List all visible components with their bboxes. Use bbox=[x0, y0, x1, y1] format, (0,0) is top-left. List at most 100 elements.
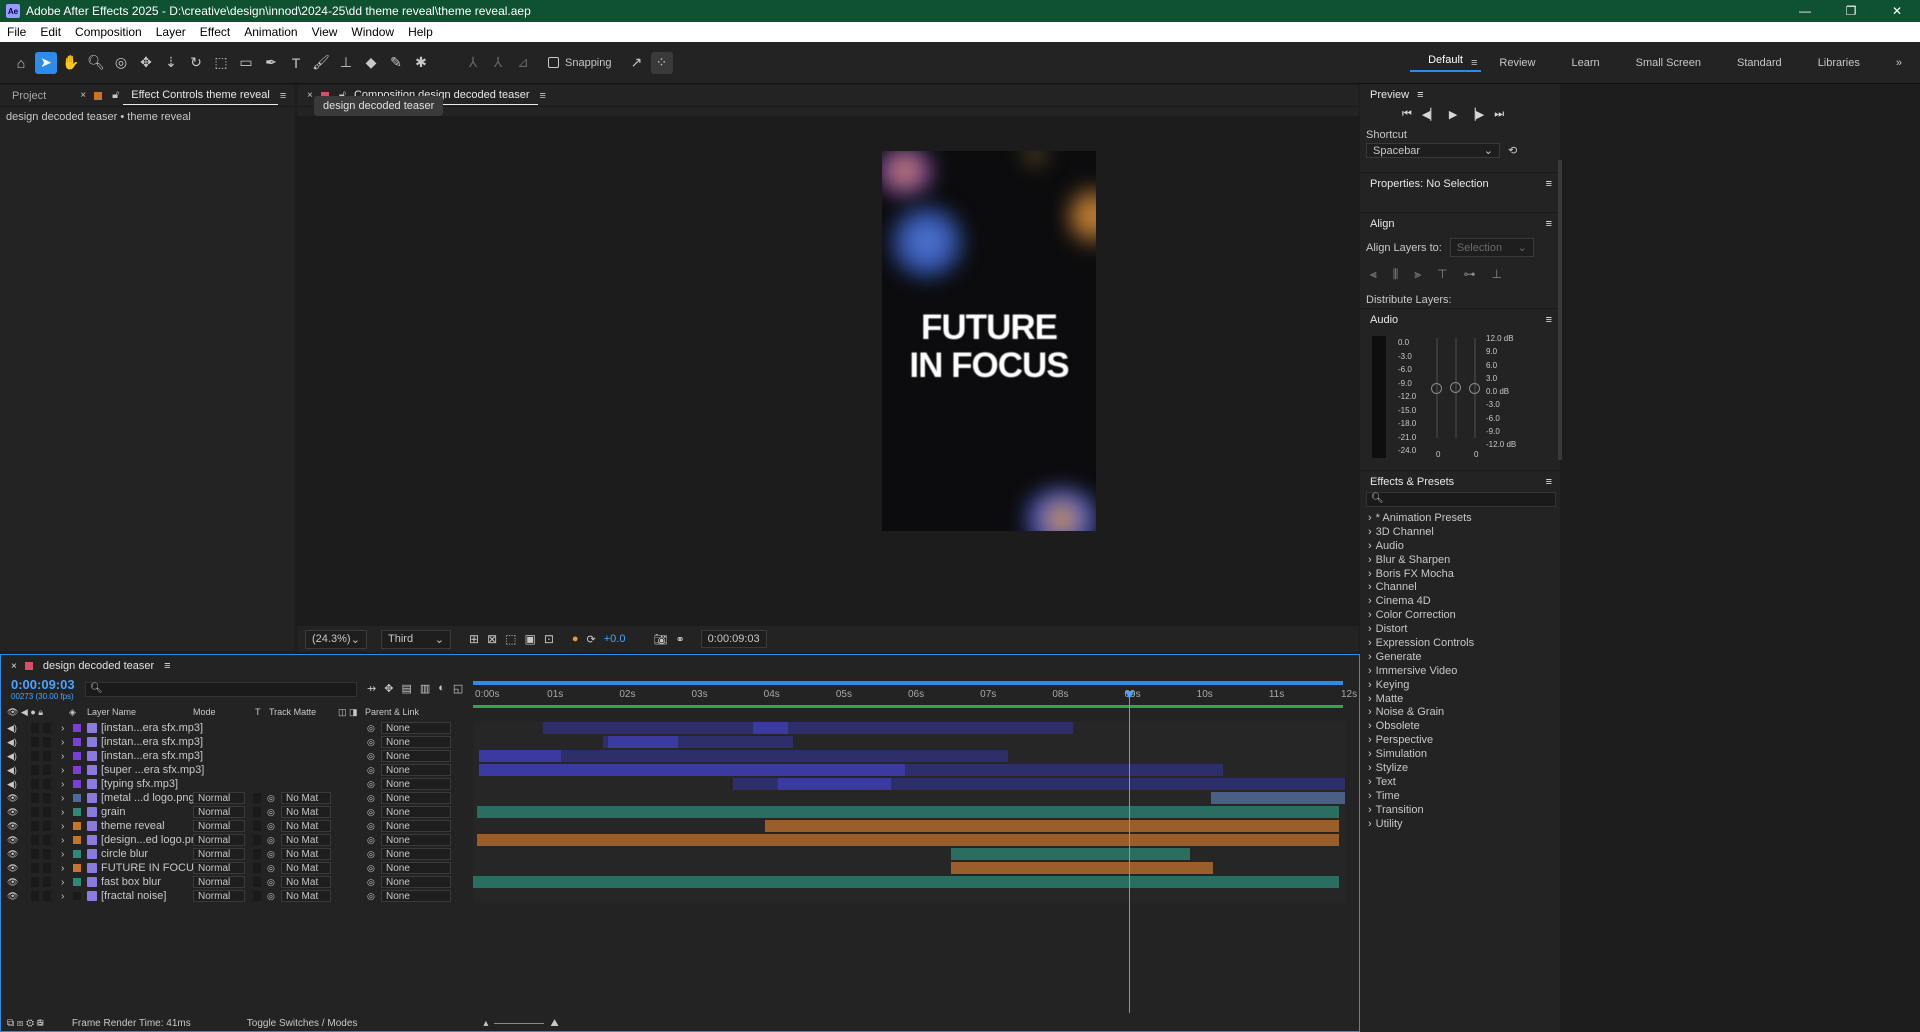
footer-icons[interactable]: ⧉ ⧇ ⚙ ⛁ bbox=[7, 1018, 44, 1029]
audio-toggle-icon[interactable]: ◀︎) bbox=[7, 737, 17, 748]
lock-toggle[interactable] bbox=[43, 891, 51, 901]
fx-category-item[interactable]: › Utility bbox=[1360, 817, 1560, 831]
parent-dropdown[interactable]: None bbox=[381, 778, 451, 790]
pickwhip-icon[interactable]: ◎ bbox=[367, 793, 375, 804]
axis-local-icon[interactable]: ⅄ bbox=[462, 52, 484, 74]
layer-name[interactable]: grain bbox=[101, 806, 125, 818]
next-frame-icon[interactable]: ▕▶ bbox=[1467, 108, 1484, 121]
chevron-right-icon[interactable]: › bbox=[1368, 790, 1372, 802]
fx-category-item[interactable]: › Obsolete bbox=[1360, 719, 1560, 733]
lock-toggle[interactable] bbox=[43, 779, 51, 789]
pickwhip-icon[interactable]: ◎ bbox=[367, 779, 375, 790]
timeline-timecode[interactable]: 0:00:09:03 bbox=[11, 677, 75, 692]
selection-tool-icon[interactable]: ➤ bbox=[35, 51, 57, 74]
layer-name[interactable]: [fractal noise] bbox=[101, 890, 166, 902]
panel-menu-icon[interactable]: ≡ bbox=[540, 90, 546, 102]
chevron-right-icon[interactable]: › bbox=[1368, 581, 1372, 593]
mode-dropdown[interactable]: Normal bbox=[193, 876, 245, 888]
eye-icon[interactable]: 👁︎ bbox=[7, 821, 18, 832]
layer-track[interactable] bbox=[473, 833, 1345, 847]
layer-row[interactable]: ◀︎) › [instan...era sfx.mp3] ◎ None bbox=[1, 721, 471, 735]
close-icon[interactable]: ✕ bbox=[1874, 0, 1920, 22]
mode-dropdown[interactable]: Normal bbox=[193, 820, 245, 832]
fx-category-item[interactable]: › Perspective bbox=[1360, 733, 1560, 747]
comp-breadcrumb[interactable]: design decoded teaser bbox=[314, 96, 444, 116]
fx-category-item[interactable]: › Immersive Video bbox=[1360, 664, 1560, 678]
pan-behind-icon[interactable]: ⬚ bbox=[210, 52, 232, 74]
align-right-icon[interactable]: ⫸ bbox=[1414, 267, 1421, 282]
zoom-in-icon[interactable]: ⛰ bbox=[550, 1018, 558, 1029]
frame-blending-icon[interactable]: ▥ bbox=[420, 682, 430, 695]
chevron-right-icon[interactable]: › bbox=[1368, 595, 1372, 607]
layer-track[interactable] bbox=[473, 749, 1345, 763]
preserve-transparency-toggle[interactable] bbox=[253, 891, 261, 901]
dolly-camera-icon[interactable]: ⇣ bbox=[160, 52, 182, 74]
chevron-right-icon[interactable]: › bbox=[1368, 748, 1372, 760]
snap-features-icon[interactable]: ⁘ bbox=[650, 51, 673, 74]
pickwhip-icon[interactable]: ◎ bbox=[367, 877, 375, 888]
fx-category-item[interactable]: › Distort bbox=[1360, 622, 1560, 636]
layer-name[interactable]: [typing sfx.mp3] bbox=[101, 778, 178, 790]
layer-row[interactable]: 👁︎ › grain Normal ◎ No Mat ◎ None bbox=[1, 805, 471, 819]
shortcut-dropdown[interactable]: Spacebar ⌄ bbox=[1366, 143, 1500, 158]
lock-toggle[interactable] bbox=[43, 765, 51, 775]
panel-menu-icon[interactable]: ≡ bbox=[280, 90, 286, 102]
solo-toggle[interactable] bbox=[31, 821, 39, 831]
chevron-right-icon[interactable]: › bbox=[61, 807, 64, 818]
workspace-learn[interactable]: Learn bbox=[1553, 57, 1617, 69]
chevron-right-icon[interactable]: › bbox=[61, 779, 64, 790]
matte-link-icon[interactable]: ◎ bbox=[267, 891, 275, 902]
workspace-libraries[interactable]: Libraries bbox=[1800, 57, 1878, 69]
preserve-transparency-toggle[interactable] bbox=[253, 793, 261, 803]
pickwhip-icon[interactable]: ◎ bbox=[367, 891, 375, 902]
workspace-review[interactable]: Review bbox=[1481, 57, 1553, 69]
layer-label-swatch[interactable] bbox=[73, 766, 81, 774]
eye-icon[interactable]: 👁︎ bbox=[7, 891, 18, 902]
layer-track[interactable] bbox=[473, 805, 1345, 819]
audio-toggle-icon[interactable]: ◀︎) bbox=[7, 779, 17, 790]
audio-toggle-icon[interactable]: ◀︎) bbox=[7, 765, 17, 776]
chevron-right-icon[interactable]: › bbox=[61, 877, 64, 888]
fast-previews-icon[interactable]: ⊞ bbox=[469, 632, 479, 646]
align-hcenter-icon[interactable]: ⫼ bbox=[1393, 267, 1399, 282]
layer-name[interactable]: [instan...era sfx.mp3] bbox=[101, 736, 203, 748]
chevron-right-icon[interactable]: › bbox=[61, 821, 64, 832]
chevron-right-icon[interactable]: › bbox=[1368, 609, 1372, 621]
layer-duration-bar[interactable] bbox=[951, 862, 1213, 874]
fx-category-item[interactable]: › Expression Controls bbox=[1360, 636, 1560, 650]
align-left-icon[interactable]: ⫷ bbox=[1370, 267, 1377, 282]
layer-name[interactable]: [instan...era sfx.mp3] bbox=[101, 722, 203, 734]
layer-duration-bar[interactable] bbox=[477, 834, 1339, 846]
layer-label-swatch[interactable] bbox=[73, 892, 81, 900]
align-bottom-icon[interactable]: ⊥ bbox=[1492, 267, 1502, 282]
pickwhip-icon[interactable]: ◎ bbox=[367, 849, 375, 860]
layer-track[interactable] bbox=[473, 847, 1345, 861]
layer-track[interactable] bbox=[473, 861, 1345, 875]
snapping-checkbox[interactable] bbox=[548, 57, 559, 68]
roto-brush-icon[interactable]: ✎ bbox=[385, 52, 407, 74]
fx-category-item[interactable]: › Matte bbox=[1360, 692, 1560, 706]
lock-toggle[interactable] bbox=[43, 821, 51, 831]
align-top-icon[interactable]: ⊤ bbox=[1437, 267, 1447, 282]
chevron-right-icon[interactable]: › bbox=[1368, 706, 1372, 718]
fx-category-item[interactable]: › Text bbox=[1360, 775, 1560, 789]
play-icon[interactable]: ▶ bbox=[1449, 108, 1457, 121]
reset-shortcut-icon[interactable]: ⟲ bbox=[1508, 144, 1517, 157]
home-icon[interactable]: ⌂ bbox=[10, 52, 32, 74]
layer-label-swatch[interactable] bbox=[73, 822, 81, 830]
lock-toggle[interactable] bbox=[43, 849, 51, 859]
effects-search-input[interactable]: 🔍︎ bbox=[1366, 492, 1556, 507]
last-frame-icon[interactable]: ⏭ bbox=[1494, 108, 1504, 121]
eye-icon[interactable]: 👁︎ bbox=[7, 863, 18, 874]
lock-icon[interactable]: 🔓︎ bbox=[112, 89, 119, 102]
graph-editor-icon[interactable]: ◱ bbox=[453, 682, 463, 695]
fx-category-item[interactable]: › Simulation bbox=[1360, 747, 1560, 761]
layer-row[interactable]: ◀︎) › [instan...era sfx.mp3] ◎ None bbox=[1, 749, 471, 763]
mode-dropdown[interactable]: Normal bbox=[193, 862, 245, 874]
time-ruler[interactable]: 0:00s 01s 02s 03s 04s 05s 06s 07s 08s 09s 10s 11s 12… bbox=[471, 677, 1357, 708]
menu-window[interactable]: Window bbox=[344, 25, 401, 39]
menu-animation[interactable]: Animation bbox=[237, 25, 304, 39]
layer-name[interactable]: circle blur bbox=[101, 848, 148, 860]
layer-duration-bar[interactable] bbox=[479, 764, 905, 776]
layer-search-input[interactable]: 🔍︎ bbox=[85, 682, 357, 697]
